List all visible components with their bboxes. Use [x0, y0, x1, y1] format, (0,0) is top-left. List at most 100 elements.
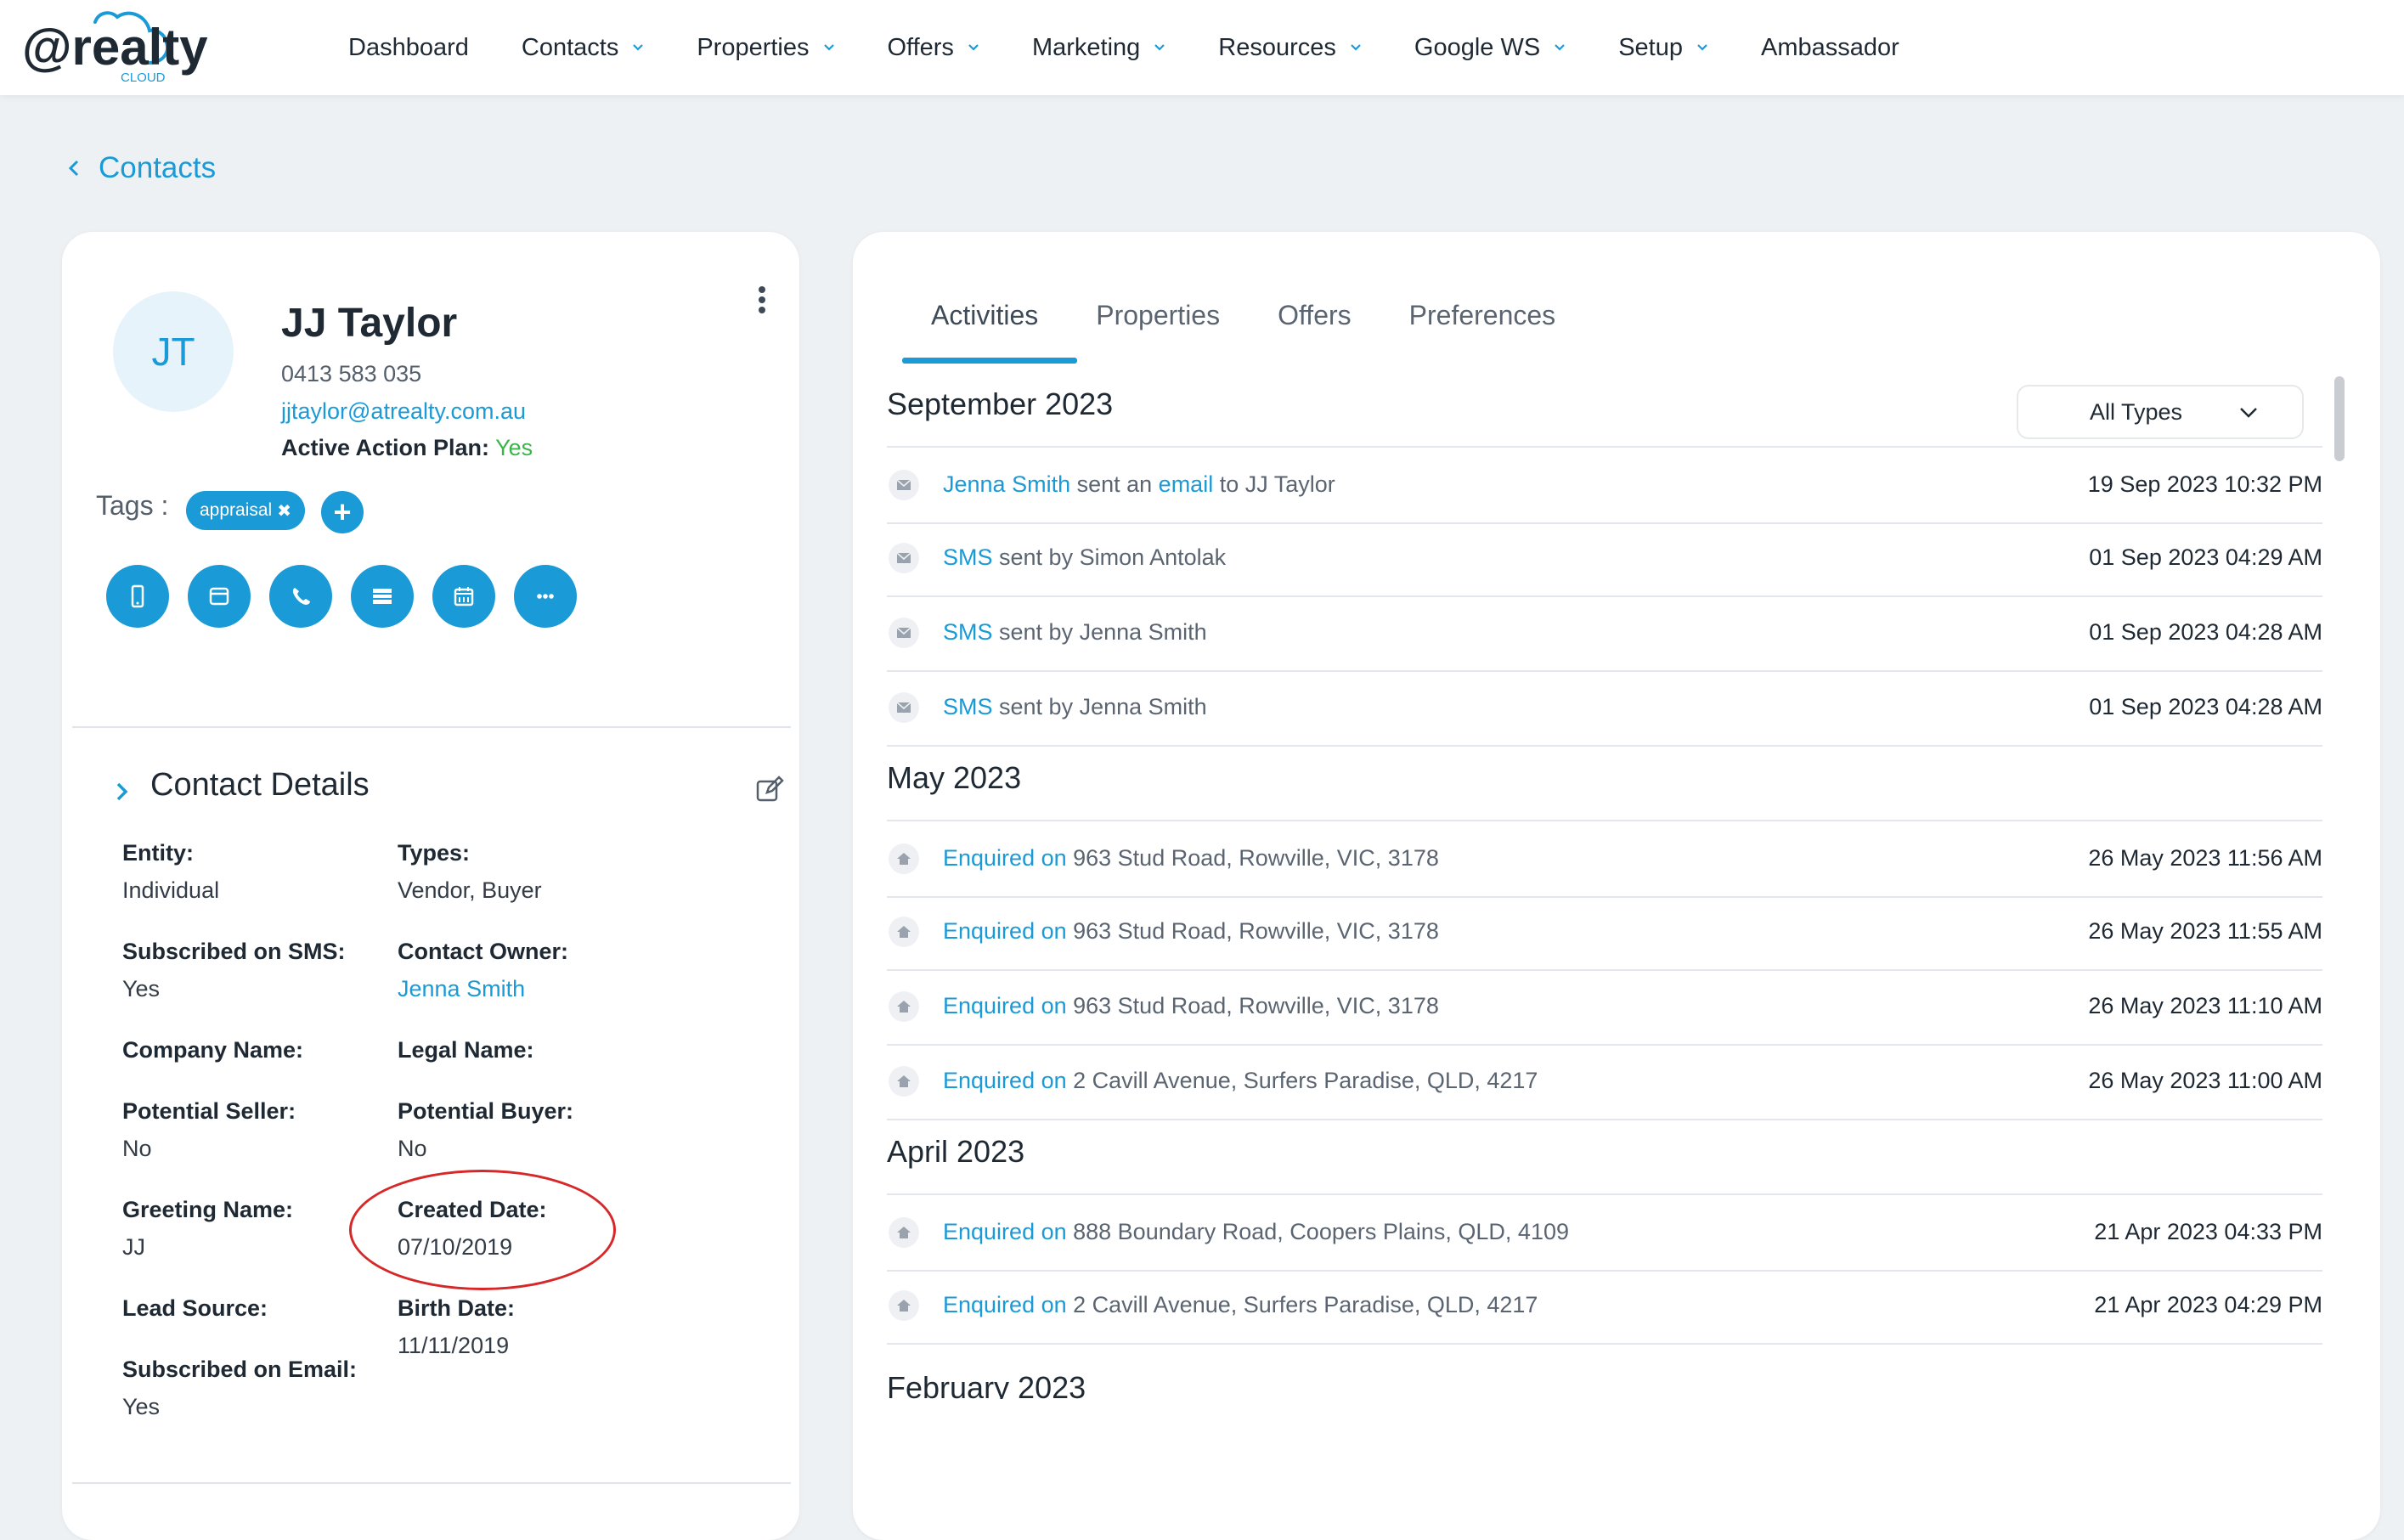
activity-row[interactable]: Enquired on 963 Stud Road, Rowville, VIC… — [887, 820, 2322, 898]
activity-text: 888 Boundary Road, Coopers Plains, QLD, … — [1066, 1219, 1569, 1244]
more-options-icon[interactable] — [757, 285, 767, 323]
chevron-down-icon — [1555, 44, 1565, 51]
tab-preferences[interactable]: Preferences — [1380, 300, 1585, 359]
add-tag-button[interactable]: + — [321, 491, 364, 533]
contact-owner-link[interactable]: Jenna Smith — [398, 976, 525, 1002]
nav-marketing[interactable]: Marketing — [1032, 34, 1165, 62]
activity-description: Enquired on 2 Cavill Avenue, Surfers Par… — [943, 1068, 1538, 1094]
edit-icon[interactable] — [755, 776, 784, 804]
activity-timestamp: 01 Sep 2023 04:28 AM — [2089, 694, 2322, 719]
tab-properties[interactable]: Properties — [1067, 300, 1249, 359]
realty-logo[interactable]: @realty CLOUD — [20, 3, 233, 88]
annotation-circle — [349, 1170, 616, 1290]
scrollbar-thumb[interactable] — [2334, 376, 2345, 461]
contact-details-title: Contact Details — [150, 767, 370, 803]
nav-offers[interactable]: Offers — [888, 34, 979, 62]
activity-text: sent by Simon Antolak — [992, 544, 1227, 570]
main-nav: Dashboard Contacts Properties Offers Marketi… — [348, 0, 1952, 95]
nav-label: Ambassador — [1760, 33, 1899, 61]
notes-action-button[interactable] — [351, 565, 414, 628]
action-plan-status: Active Action Plan: Yes — [281, 435, 533, 461]
nav-contacts[interactable]: Contacts — [522, 34, 644, 62]
action-plan-value: Yes — [495, 435, 533, 460]
sms-subscribed-label: Subscribed on SMS: — [122, 939, 346, 964]
month-heading: May 2023 — [887, 760, 1022, 795]
activity-timestamp: 19 Sep 2023 10:32 PM — [2087, 471, 2322, 497]
activity-description: Enquired on 963 Stud Road, Rowville, VIC… — [943, 993, 1439, 1019]
activity-link[interactable]: Jenna Smith — [943, 471, 1070, 497]
back-to-contacts-link[interactable]: Contacts — [68, 151, 216, 185]
activity-link[interactable]: email — [1159, 471, 1214, 497]
activity-row[interactable]: SMS sent by Jenna Smith 01 Sep 2023 04:28… — [887, 595, 2322, 672]
more-actions-button[interactable] — [514, 565, 577, 628]
email-subscribed-label: Subscribed on Email: — [122, 1357, 358, 1382]
chevron-down-icon — [1351, 44, 1361, 51]
nav-ambassador[interactable]: Ambassador — [1761, 34, 1899, 62]
mobile-phone-icon — [131, 584, 144, 608]
logo-text: @realty — [22, 19, 208, 76]
email-action-button[interactable] — [188, 565, 251, 628]
contact-email-link[interactable]: jjtaylor@atrealty.com.au — [281, 398, 526, 425]
activity-link[interactable]: Enquired on — [943, 1292, 1067, 1317]
list-icon — [373, 589, 392, 604]
home-icon — [889, 1066, 919, 1097]
activity-row[interactable]: Jenna Smith sent an email to JJ Taylor 19… — [887, 446, 2322, 524]
activity-row[interactable]: Enquired on 963 Stud Road, Rowville, VIC… — [887, 969, 2322, 1046]
active-tab-indicator — [902, 358, 1077, 364]
activity-text: sent an — [1070, 471, 1159, 497]
activity-row[interactable]: SMS sent by Jenna Smith 01 Sep 2023 04:28… — [887, 670, 2322, 747]
avatar: JT — [113, 291, 234, 412]
activity-link[interactable]: Enquired on — [943, 918, 1067, 944]
nav-google-ws[interactable]: Google WS — [1414, 34, 1566, 62]
contact-phone: 0413 583 035 — [281, 361, 422, 386]
nav-setup[interactable]: Setup — [1618, 34, 1708, 62]
potential-buyer-value: No — [398, 1136, 427, 1161]
contact-name: JJ Taylor — [281, 301, 458, 346]
phone-icon — [292, 588, 310, 605]
divider — [72, 726, 791, 728]
chevron-down-icon — [968, 44, 979, 51]
activity-row[interactable]: SMS sent by Simon Antolak 01 Sep 2023 04:… — [887, 521, 2322, 597]
birth-date-label: Birth Date: — [398, 1295, 516, 1321]
tab-offers[interactable]: Offers — [1249, 300, 1380, 359]
nav-dashboard[interactable]: Dashboard — [348, 34, 469, 62]
activity-timestamp: 26 May 2023 11:56 AM — [2088, 845, 2322, 871]
activity-link[interactable]: Enquired on — [943, 845, 1067, 871]
activity-row[interactable]: Enquired on 2 Cavill Avenue, Surfers Par… — [887, 1268, 2322, 1345]
activity-row[interactable]: Enquired on 963 Stud Road, Rowville, VIC… — [887, 894, 2322, 971]
activity-link[interactable]: SMS — [943, 544, 993, 570]
month-heading: February 2023 — [887, 1370, 1086, 1405]
remove-tag-icon[interactable]: ✖ — [277, 500, 291, 522]
activity-type-select[interactable]: All Types — [2017, 385, 2304, 439]
activity-link[interactable]: SMS — [943, 619, 993, 645]
month-heading: April 2023 — [887, 1134, 1025, 1169]
calendar-action-button[interactable] — [432, 565, 495, 628]
nav-properties[interactable]: Properties — [697, 34, 834, 62]
activity-link[interactable]: SMS — [943, 694, 993, 719]
tab-activities[interactable]: Activities — [902, 300, 1067, 359]
activity-row[interactable]: Enquired on 2 Cavill Avenue, Surfers Par… — [887, 1044, 2322, 1120]
activity-link[interactable]: Enquired on — [943, 1219, 1067, 1244]
tag-appraisal[interactable]: appraisal ✖ — [186, 491, 305, 530]
nav-resources[interactable]: Resources — [1218, 34, 1362, 62]
nav-label: Setup — [1618, 33, 1683, 61]
mobile-action-button[interactable] — [106, 565, 169, 628]
quick-actions — [106, 565, 595, 628]
divider — [72, 1482, 791, 1484]
calendar-icon — [454, 587, 474, 606]
activity-description: SMS sent by Simon Antolak — [943, 544, 1226, 571]
chevron-right-icon[interactable] — [115, 781, 130, 803]
activity-text: 963 Stud Road, Rowville, VIC, 3178 — [1066, 918, 1439, 944]
call-action-button[interactable] — [269, 565, 332, 628]
email-subscribed-value: Yes — [122, 1394, 161, 1419]
envelope-icon — [889, 618, 919, 648]
chevron-down-icon — [1697, 44, 1707, 51]
logo-sub: CLOUD — [121, 71, 166, 85]
activity-link[interactable]: Enquired on — [943, 1068, 1067, 1093]
activity-text: sent by Jenna Smith — [992, 619, 1207, 645]
activity-row[interactable]: Enquired on 888 Boundary Road, Coopers P… — [887, 1193, 2322, 1272]
activity-link[interactable]: Enquired on — [943, 993, 1067, 1018]
home-icon — [889, 1290, 919, 1321]
activity-timestamp: 26 May 2023 11:55 AM — [2088, 918, 2322, 944]
nav-label: Resources — [1218, 33, 1336, 61]
